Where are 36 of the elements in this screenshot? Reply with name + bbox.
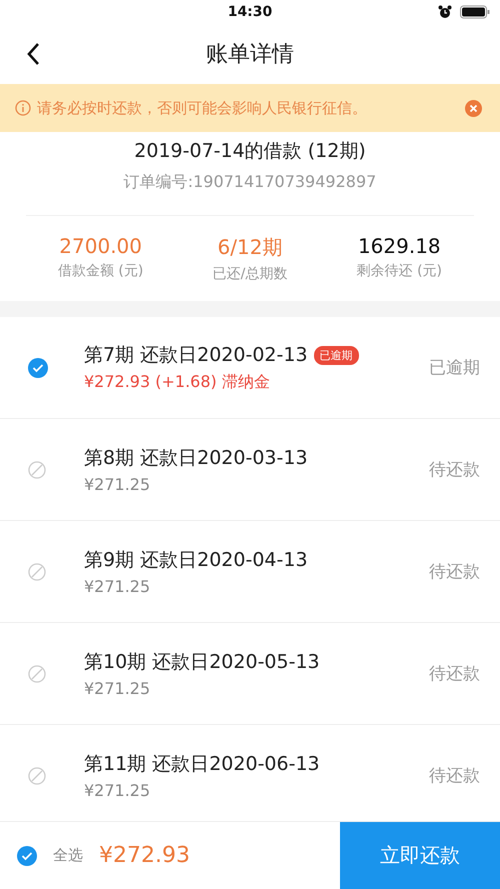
installment-amount: ¥271.25 <box>84 781 152 800</box>
installment-amount: ¥271.25 <box>84 475 152 494</box>
installment-status: 已逾期 <box>429 357 480 379</box>
installment-title: 第10期 还款日2020-05-13 <box>84 650 320 675</box>
close-icon[interactable] <box>465 100 482 116</box>
installment-title: 第11期 还款日2020-06-13 <box>84 752 320 777</box>
stat-label: 借款金额 (元) <box>58 262 144 280</box>
stat-value: 6/12期 <box>218 234 282 261</box>
installment-status: 待还款 <box>429 459 480 481</box>
info-icon <box>15 100 31 116</box>
installment-status: 待还款 <box>429 561 480 583</box>
installment-status: 待还款 <box>429 663 480 685</box>
alarm-clock-icon <box>438 5 452 19</box>
checked-checkbox[interactable] <box>17 846 37 866</box>
installment-status: 待还款 <box>429 765 480 787</box>
installment-amount: ¥271.25 <box>84 679 152 698</box>
stat-label: 剩余待还 (元) <box>356 262 442 280</box>
loan-title: 2019-07-14的借款 (12期) <box>134 139 366 164</box>
select-all-label: 全选 <box>53 846 83 865</box>
status-time: 14:30 <box>228 4 272 20</box>
installment-row[interactable]: 第7期 还款日2020-02-13 已逾期 ¥272.93 (+1.68) 滞纳金 已逾期 <box>0 317 500 419</box>
checked-checkbox[interactable] <box>28 358 48 378</box>
installment-title: 第9期 还款日2020-04-13 <box>84 548 308 573</box>
installment-title: 第8期 还款日2020-03-13 <box>84 446 308 471</box>
notice-text: 请务必按时还款，否则可能会影响人民银行征信。 <box>37 98 368 118</box>
stat-label: 已还/总期数 <box>212 265 288 283</box>
stat-value: 1629.18 <box>358 234 441 258</box>
installment-amount: ¥271.25 <box>84 577 152 596</box>
page-title: 账单详情 <box>206 41 294 69</box>
stat-value: 2700.00 <box>59 234 142 258</box>
installment-amount: ¥272.93 (+1.68) 滞纳金 <box>84 372 271 393</box>
total-amount: ¥272.93 <box>99 843 190 868</box>
installment-title: 第7期 还款日2020-02-13 <box>84 343 308 368</box>
overdue-badge: 已逾期 <box>314 346 359 364</box>
order-number: 订单编号:190714170739492897 <box>124 172 376 193</box>
battery-icon <box>460 5 490 19</box>
